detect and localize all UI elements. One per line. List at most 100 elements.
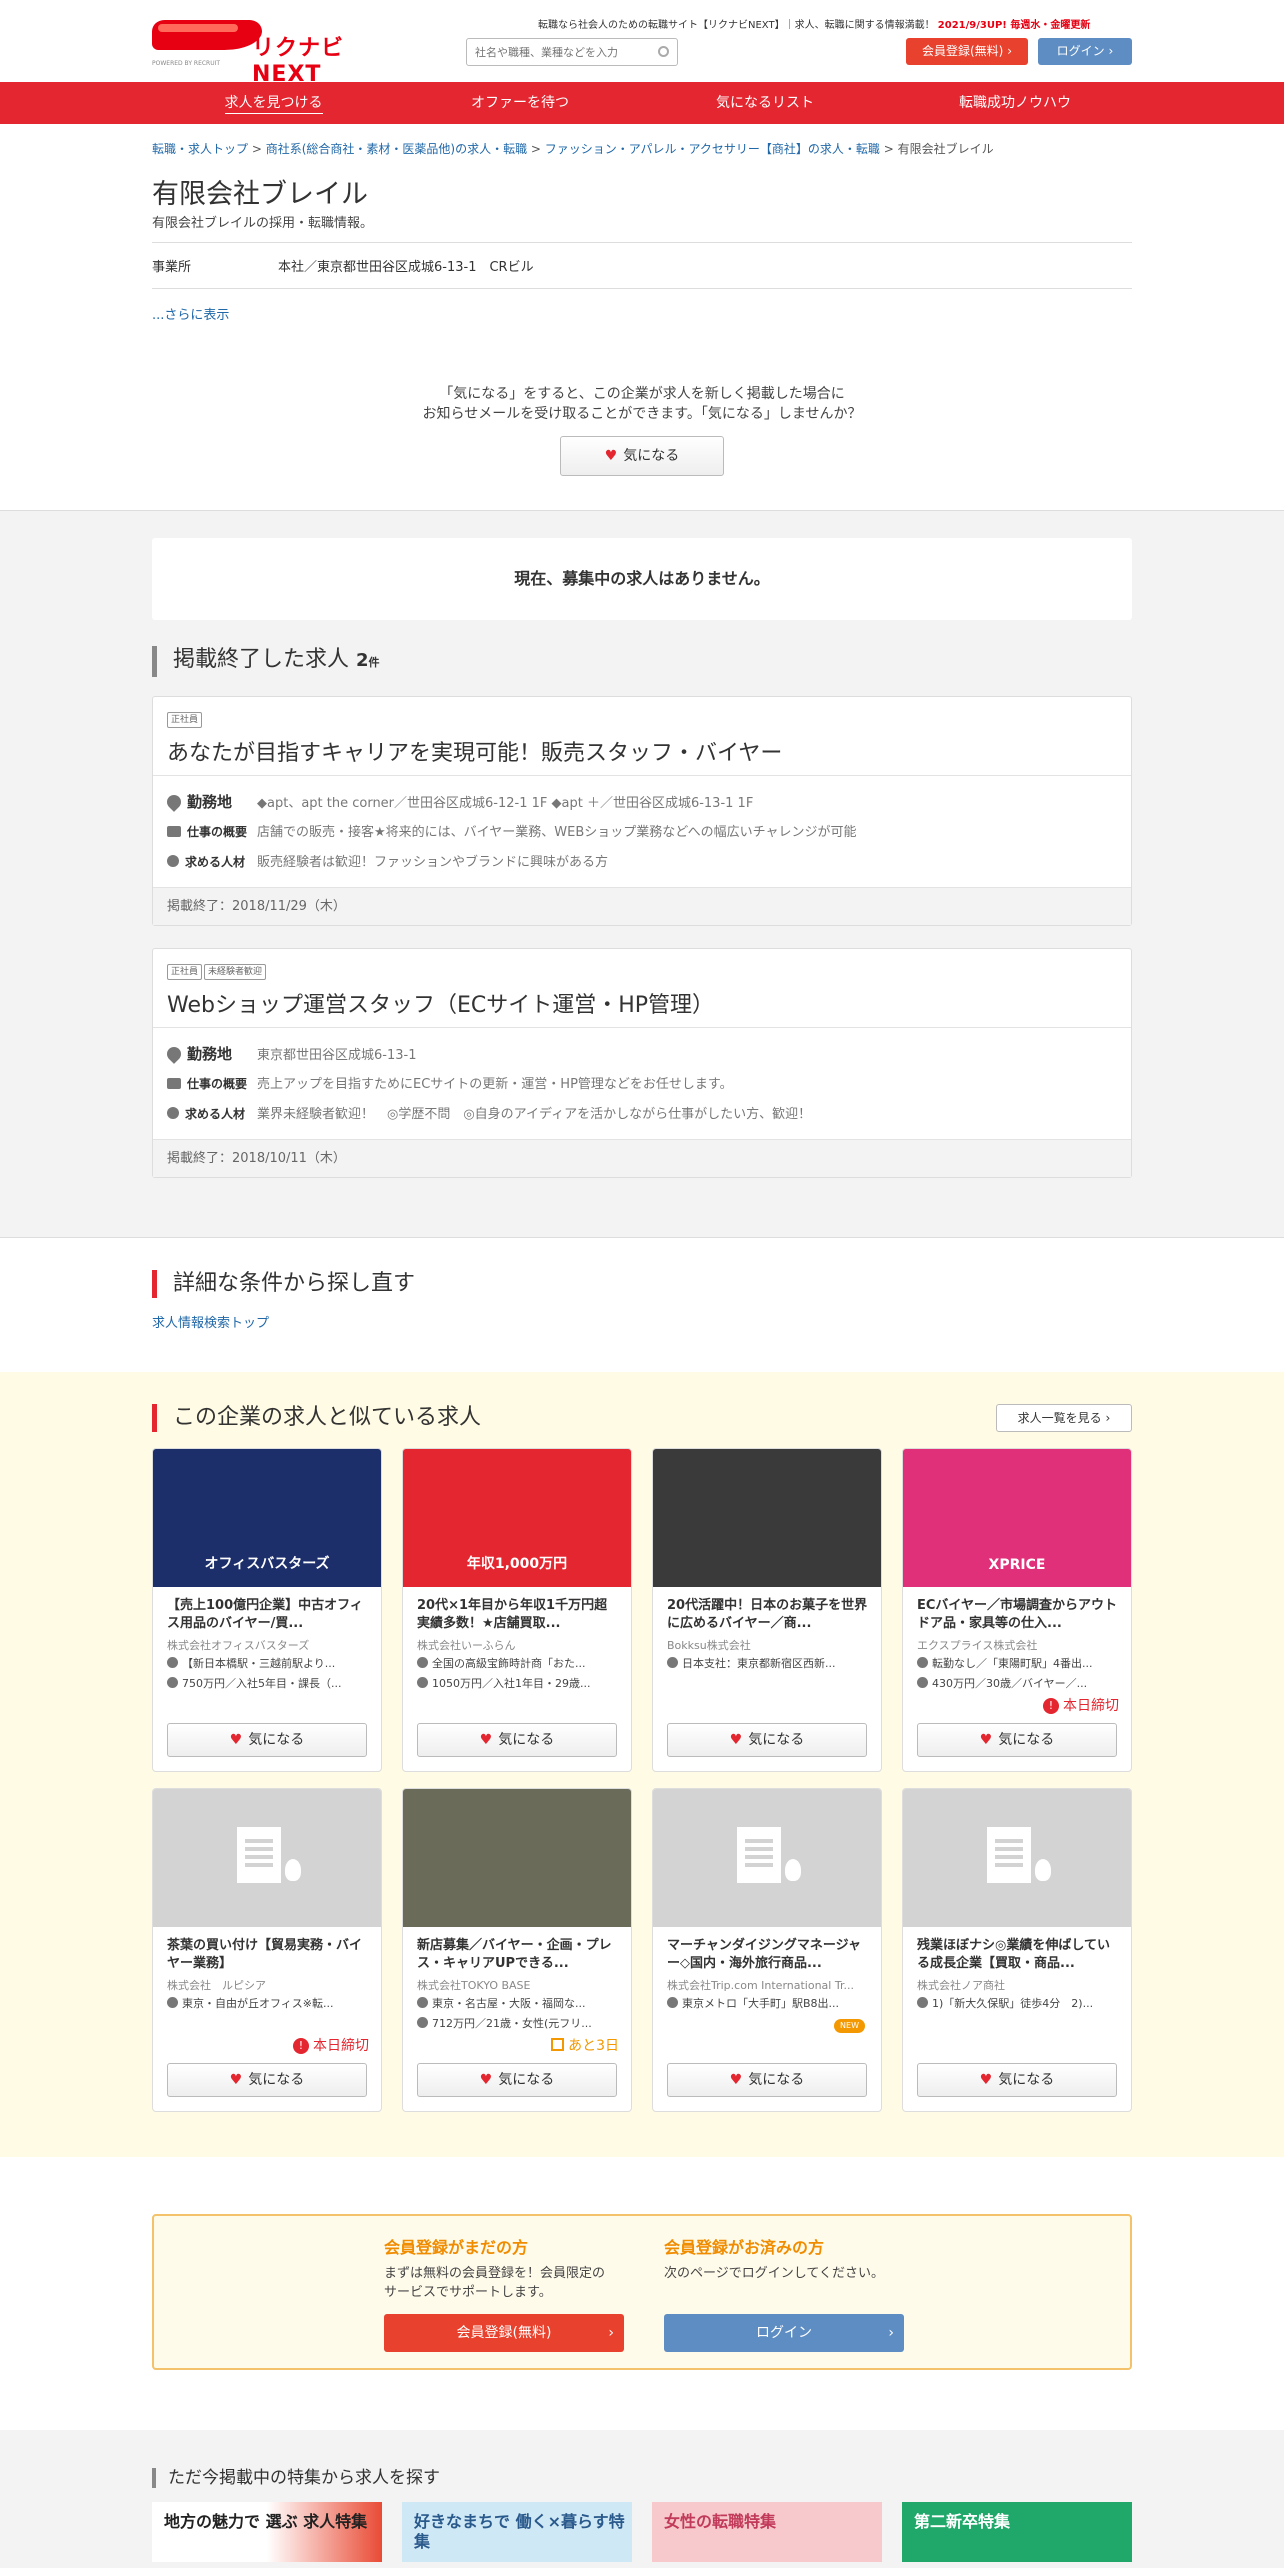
existing-member-title: 会員登録がお済みの方 bbox=[664, 2238, 825, 2257]
nav-knowhow[interactable]: 転職成功ノウハウ bbox=[935, 82, 1095, 124]
search-box[interactable] bbox=[466, 38, 678, 66]
location-text: 【新日本橋駅・三越前駅より... bbox=[182, 1657, 336, 1670]
breadcrumb-industry[interactable]: 商社系(総合商社・素材・医薬品他)の求人・転職 bbox=[266, 142, 527, 156]
no-jobs-message: 現在、募集中の求人はありません。 bbox=[152, 538, 1132, 620]
breadcrumb-current: 有限会社ブレイル bbox=[897, 142, 994, 156]
job-list-button[interactable]: 求人一覧を見る › bbox=[996, 1404, 1132, 1432]
similar-job-title[interactable]: 新店募集／バイヤー・企画・プレス・キャリアUPできる... bbox=[417, 1937, 619, 1973]
favorite-message-1: 「気になる」をすると、この企業が求人を新しく掲載した場合に bbox=[439, 386, 845, 402]
similar-job-title[interactable]: 残業ほぼナシ◎業績を伸ばしている成長企業【買取・商品... bbox=[917, 1937, 1119, 1973]
job-location: 東京都世田谷区成城6-13-1 bbox=[257, 1048, 417, 1063]
similar-job-title[interactable]: 【売上100億円企業】中古オフィス用品のバイヤー/買... bbox=[167, 1597, 369, 1633]
deadline-today-badge: ! 本日締切 bbox=[1043, 1695, 1119, 1715]
register-button[interactable]: 会員登録(無料) › bbox=[906, 38, 1028, 65]
feature-banner-second-grad[interactable]: 第二新卒特集 bbox=[902, 2502, 1132, 2562]
similar-job-salary: 430万円／30歳／バイヤー／... bbox=[917, 1675, 1119, 1691]
new-badge: NEW bbox=[834, 2019, 865, 2033]
similar-job-card[interactable]: 茶葉の買い付け【貿易実務・バイヤー業務】 株式会社 ルピシア 東京・自由が丘オフィス… bbox=[152, 1788, 382, 2112]
search-input[interactable] bbox=[467, 39, 647, 65]
job-photo[interactable]: XPRICE bbox=[903, 1449, 1131, 1587]
favorite-label: 気になる bbox=[998, 2072, 1055, 2088]
nav-wait-offers[interactable]: オファーを待つ bbox=[440, 82, 600, 124]
similar-job-card[interactable]: 新店募集／バイヤー・企画・プレス・キャリアUPできる... 株式会社TOKYO B… bbox=[402, 1788, 632, 2112]
show-more-link[interactable]: ...さらに表示 bbox=[152, 304, 229, 323]
feature-banner-town[interactable]: 好きなまちで 働く×暮らす特集 bbox=[402, 2502, 632, 2562]
job-requirements: 業界未経験者歓迎！ ◎学歴不問 ◎自身のアイディアを活かしながら仕事がしたい方、… bbox=[257, 1107, 812, 1122]
deadline-today-badge: ! 本日締切 bbox=[293, 2035, 369, 2055]
salary-text: 430万円／30歳／バイヤー／... bbox=[932, 1677, 1088, 1690]
favorite-button[interactable]: ♥ 気になる bbox=[417, 2063, 617, 2097]
ended-job-card[interactable]: 正社員 あなたが目指すキャリアを実現可能！販売スタッフ・バイヤー 勤務地 ◆apt… bbox=[152, 696, 1132, 926]
favorite-button[interactable]: ♥ 気になる bbox=[667, 2063, 867, 2097]
favorite-button[interactable]: ♥ 気になる bbox=[167, 2063, 367, 2097]
job-photo[interactable] bbox=[403, 1789, 631, 1927]
breadcrumb-category[interactable]: ファッション・アパレル・アクセサリー【商社】の求人・転職 bbox=[545, 142, 880, 156]
job-photo[interactable]: オフィスバスターズ bbox=[153, 1449, 381, 1587]
salary-text: 712万円／21歳・女性(元フリ... bbox=[432, 2017, 592, 2030]
similar-job-card[interactable]: マーチャンダイジングマネージャー◇国内・海外旅行商品... 株式会社Trip.co… bbox=[652, 1788, 882, 2112]
location-icon bbox=[667, 1657, 678, 1668]
search-top-link[interactable]: 求人情報検索トップ bbox=[152, 1312, 269, 1331]
similar-job-company: 株式会社TOKYO BASE bbox=[417, 1979, 531, 1992]
job-photo[interactable]: 年収1,000万円 bbox=[403, 1449, 631, 1587]
similar-job-salary: 750万円／入社5年目・課長（... bbox=[167, 1675, 369, 1691]
building-icon[interactable] bbox=[653, 1789, 881, 1927]
location-text: 東京・名古屋・大阪・福岡な... bbox=[432, 1997, 586, 2010]
heart-icon: ♥ bbox=[604, 448, 618, 464]
job-title[interactable]: あなたが目指すキャリアを実現可能！販売スタッフ・バイヤー bbox=[167, 735, 782, 767]
breadcrumb-top[interactable]: 転職・求人トップ bbox=[152, 142, 248, 156]
company-description: 有限会社ブレイルの採用・転職情報。 bbox=[152, 216, 374, 231]
banner-label: 地方の魅力で 選ぶ 求人特集 bbox=[164, 2512, 368, 2531]
similar-job-title[interactable]: 20代活躍中！日本のお菓子を世界に広めるバイヤー／商... bbox=[667, 1597, 869, 1633]
rikunabi-logo[interactable]: リクナビNEXT POWERED BY RECRUIT bbox=[152, 16, 362, 87]
similar-job-card[interactable]: 20代活躍中！日本のお菓子を世界に広めるバイヤー／商... Bokksu株式会社日… bbox=[652, 1448, 882, 1772]
location-icon bbox=[164, 792, 184, 812]
alert-icon: ! bbox=[293, 2038, 309, 2054]
favorite-button[interactable]: ♥ 気になる bbox=[917, 1723, 1117, 1757]
similar-job-title[interactable]: マーチャンダイジングマネージャー◇国内・海外旅行商品... bbox=[667, 1937, 869, 1973]
member-login-button[interactable]: ログイン › bbox=[664, 2314, 904, 2352]
favorite-label: 気になる bbox=[623, 448, 680, 464]
similar-job-title[interactable]: 茶葉の買い付け【貿易実務・バイヤー業務】 bbox=[167, 1937, 369, 1973]
nav-favorites[interactable]: 気になるリスト bbox=[690, 82, 840, 124]
company-favorite-button[interactable]: ♥ 気になる bbox=[560, 436, 724, 476]
alert-icon: ! bbox=[1043, 1698, 1059, 1714]
job-requirements: 販売経験者は歓迎！ファッションやブランドに興味がある方 bbox=[257, 855, 609, 870]
similar-job-location: 全国の高級宝飾時計商「おた... bbox=[417, 1655, 619, 1671]
feature-banner-local[interactable]: 地方の魅力で 選ぶ 求人特集 bbox=[152, 2502, 382, 2562]
login-button[interactable]: ログイン › bbox=[1038, 38, 1132, 65]
ended-job-card[interactable]: 正社員 未経験者歓迎 Webショップ運営スタッフ（ECサイト運営・HP管理） 勤務… bbox=[152, 948, 1132, 1178]
building-icon[interactable] bbox=[153, 1789, 381, 1927]
favorite-button[interactable]: ♥ 気になる bbox=[167, 1723, 367, 1757]
similar-job-card[interactable]: オフィスバスターズ 【売上100億円企業】中古オフィス用品のバイヤー/買... 株式… bbox=[152, 1448, 382, 1772]
member-register-button[interactable]: 会員登録(無料) › bbox=[384, 2314, 624, 2352]
building-icon[interactable] bbox=[903, 1789, 1131, 1927]
job-end-date: 掲載終了：2018/10/11（木） bbox=[153, 1139, 1131, 1177]
favorite-button[interactable]: ♥ 気になる bbox=[917, 2063, 1117, 2097]
tagline-text: 転職なら社会人のための転職サイト【リクナビNEXT】｜求人、転職に関する情報満載… bbox=[538, 20, 935, 31]
login-label: ログイン bbox=[756, 2325, 812, 2341]
job-location: ◆apt、apt the corner／世田谷区成城6-12-1 1F ◆apt… bbox=[257, 796, 754, 811]
search-icon[interactable] bbox=[658, 46, 669, 57]
chevron-right-icon: › bbox=[888, 2325, 894, 2341]
similar-job-company: 株式会社Trip.com International Tr... bbox=[667, 1979, 854, 1992]
ended-count: 2件 bbox=[356, 650, 380, 671]
similar-job-title[interactable]: ECバイヤー／市場調査からアウトドア品・家具等の仕入... bbox=[917, 1597, 1119, 1633]
login-label: ログイン bbox=[1056, 44, 1105, 58]
job-photo[interactable] bbox=[653, 1449, 881, 1587]
feature-banner-women[interactable]: 女性の転職特集 bbox=[652, 2502, 882, 2562]
job-title[interactable]: Webショップ運営スタッフ（ECサイト運営・HP管理） bbox=[167, 987, 714, 1019]
badge-text: あと3日 bbox=[568, 2038, 619, 2054]
heart-icon: ♥ bbox=[229, 2072, 243, 2088]
heart-icon: ♥ bbox=[229, 1732, 243, 1748]
similar-jobs-heading: この企業の求人と似ている求人 bbox=[152, 1404, 481, 1432]
favorite-button[interactable]: ♥ 気になる bbox=[667, 1723, 867, 1757]
favorite-button[interactable]: ♥ 気になる bbox=[417, 1723, 617, 1757]
similar-job-card[interactable]: 残業ほぼナシ◎業績を伸ばしている成長企業【買取・商品... 株式会社ノア商社 1)「… bbox=[902, 1788, 1132, 2112]
similar-job-title[interactable]: 20代×1年目から年収1千万円超実績多数！★店舗買取... bbox=[417, 1597, 619, 1633]
loc-label: 勤務地 bbox=[187, 793, 233, 811]
similar-job-location: 東京・自由が丘オフィス※転... bbox=[167, 1995, 369, 2011]
similar-job-card[interactable]: XPRICE ECバイヤー／市場調査からアウトドア品・家具等の仕入... エクスプラ… bbox=[902, 1448, 1132, 1772]
similar-job-card[interactable]: 年収1,000万円 20代×1年目から年収1千万円超実績多数！★店舗買取... 株式… bbox=[402, 1448, 632, 1772]
nav-find-jobs[interactable]: 求人を見つける bbox=[206, 82, 341, 124]
